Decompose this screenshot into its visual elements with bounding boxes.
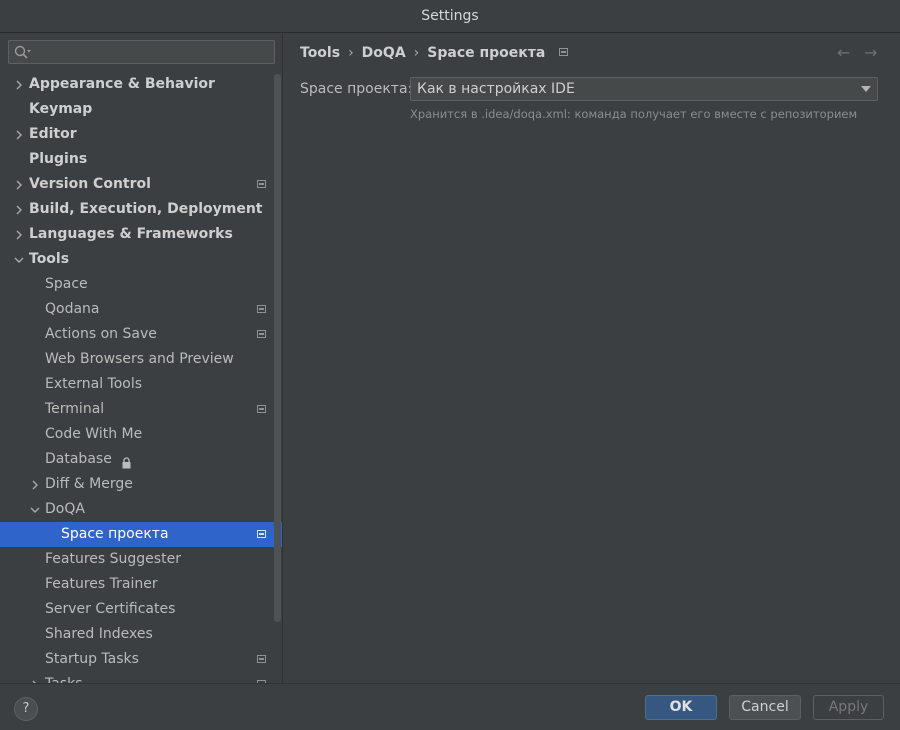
window-title: Settings <box>0 0 900 33</box>
project-level-icon <box>257 330 266 338</box>
chevron-right-icon[interactable] <box>29 672 41 683</box>
sidebar-item-label: Features Suggester <box>45 551 181 567</box>
sidebar-item-startup-tasks[interactable]: Startup Tasks <box>0 647 282 672</box>
lock-icon <box>122 453 131 469</box>
sidebar-item-label: Tools <box>29 251 70 267</box>
sidebar-item-doqa[interactable]: DoQA <box>0 497 282 522</box>
sidebar-item-label: Qodana <box>45 301 100 317</box>
space-project-label: Space проекта: <box>300 81 413 97</box>
settings-tree: Appearance & Behavior Keymap Editor Plugins… <box>0 72 282 683</box>
chevron-down-icon[interactable] <box>29 497 41 522</box>
sidebar-item-label: Space проекта <box>61 526 169 542</box>
breadcrumb-space-project: Space проекта <box>427 45 546 61</box>
breadcrumb: Tools › DoQA › Space проекта <box>300 44 569 62</box>
sidebar-item-web-browsers-and-preview[interactable]: Web Browsers and Preview <box>0 347 282 372</box>
chevron-right-icon[interactable] <box>13 122 25 147</box>
chevron-right-icon[interactable] <box>13 197 25 222</box>
sidebar-item-label: Diff & Merge <box>45 476 133 492</box>
sidebar-item-features-suggester[interactable]: Features Suggester <box>0 547 282 572</box>
chevron-right-icon[interactable] <box>29 472 41 497</box>
sidebar-item-label: Plugins <box>29 151 88 167</box>
apply-button[interactable]: Apply <box>813 695 884 720</box>
sidebar-item-actions-on-save[interactable]: Actions on Save <box>0 322 282 347</box>
sidebar-item-label: DoQA <box>45 501 85 517</box>
sidebar-item-qodana[interactable]: Qodana <box>0 297 282 322</box>
sidebar-item-label: Editor <box>29 126 77 142</box>
help-button[interactable]: ? <box>14 697 38 721</box>
sidebar-item-server-certificates[interactable]: Server Certificates <box>0 597 282 622</box>
breadcrumb-tools[interactable]: Tools <box>300 45 340 61</box>
sidebar-item-label: Build, Execution, Deployment <box>29 201 263 217</box>
sidebar-item-label: Database <box>45 451 112 467</box>
sidebar-item-label: External Tools <box>45 376 143 392</box>
sidebar-item-label: Version Control <box>29 176 151 192</box>
sidebar-item-label: Code With Me <box>45 426 143 442</box>
sidebar-item-label: Actions on Save <box>45 326 157 342</box>
forward-arrow-icon[interactable]: → <box>864 43 877 62</box>
settings-panel: Tools › DoQA › Space проекта ← → Space проек… <box>284 34 900 683</box>
sidebar-item-external-tools[interactable]: External Tools <box>0 372 282 397</box>
search-input[interactable] <box>8 40 275 64</box>
sidebar-item-appearance-behavior[interactable]: Appearance & Behavior <box>0 72 282 97</box>
sidebar-item-database[interactable]: Database <box>0 447 282 472</box>
project-level-icon <box>257 180 266 188</box>
sidebar-item-keymap[interactable]: Keymap <box>0 97 282 122</box>
sidebar-item-label: Space <box>45 276 88 292</box>
sidebar-item-label: Server Certificates <box>45 601 176 617</box>
sidebar-item-languages-frameworks[interactable]: Languages & Frameworks <box>0 222 282 247</box>
back-arrow-icon[interactable]: ← <box>837 43 850 62</box>
sidebar-item-label: Shared Indexes <box>45 626 153 642</box>
sidebar-item-build-execution-deployment[interactable]: Build, Execution, Deployment <box>0 197 282 222</box>
sidebar-item-label: Startup Tasks <box>45 651 139 667</box>
sidebar-item-label: Tasks <box>45 672 83 683</box>
project-level-icon <box>257 655 266 663</box>
space-project-dropdown[interactable]: Как в настройках IDE <box>410 77 878 101</box>
breadcrumb-doqa[interactable]: DoQA <box>362 45 406 61</box>
search-icon <box>14 45 31 59</box>
chevron-right-icon[interactable] <box>13 72 25 97</box>
sidebar-item-features-trainer[interactable]: Features Trainer <box>0 572 282 597</box>
sidebar-item-label: Web Browsers and Preview <box>45 351 234 367</box>
sidebar-item-label: Features Trainer <box>45 576 158 592</box>
sidebar-item-plugins[interactable]: Plugins <box>0 147 282 172</box>
chevron-down-icon <box>861 86 871 92</box>
dropdown-selected-value: Как в настройках IDE <box>417 81 575 97</box>
sidebar-item-diff-merge[interactable]: Diff & Merge <box>0 472 282 497</box>
chevron-right-icon[interactable] <box>13 222 25 247</box>
sidebar-item-editor[interactable]: Editor <box>0 122 282 147</box>
sidebar-item-shared-indexes[interactable]: Shared Indexes <box>0 622 282 647</box>
sidebar-item-tools[interactable]: Tools <box>0 247 282 272</box>
sidebar-item-label: Languages & Frameworks <box>29 226 233 242</box>
sidebar-item-space-проекта[interactable]: Space проекта <box>0 522 282 547</box>
chevron-down-icon[interactable] <box>13 247 25 272</box>
breadcrumb-separator: › <box>348 45 354 61</box>
sidebar-scrollbar[interactable] <box>274 74 281 622</box>
project-level-icon <box>559 48 569 56</box>
sidebar-item-version-control[interactable]: Version Control <box>0 172 282 197</box>
breadcrumb-separator: › <box>413 45 420 61</box>
sidebar-item-tasks[interactable]: Tasks <box>0 672 282 683</box>
sidebar-item-code-with-me[interactable]: Code With Me <box>0 422 282 447</box>
project-level-icon <box>257 405 266 413</box>
ok-button[interactable]: OK <box>645 695 717 720</box>
settings-sidebar: Appearance & Behavior Keymap Editor Plugins… <box>0 34 283 683</box>
sidebar-item-space[interactable]: Space <box>0 272 282 297</box>
storage-hint: Хранится в .idea/doqa.xml: команда получ… <box>410 107 858 121</box>
chevron-right-icon[interactable] <box>13 172 25 197</box>
project-level-icon <box>257 305 266 313</box>
dialog-footer: ? OK Cancel Apply <box>0 683 900 730</box>
cancel-button[interactable]: Cancel <box>729 695 801 720</box>
sidebar-item-label: Appearance & Behavior <box>29 76 215 92</box>
sidebar-item-terminal[interactable]: Terminal <box>0 397 282 422</box>
sidebar-item-label: Terminal <box>45 401 105 417</box>
sidebar-item-label: Keymap <box>29 101 93 117</box>
project-level-icon <box>257 530 266 538</box>
